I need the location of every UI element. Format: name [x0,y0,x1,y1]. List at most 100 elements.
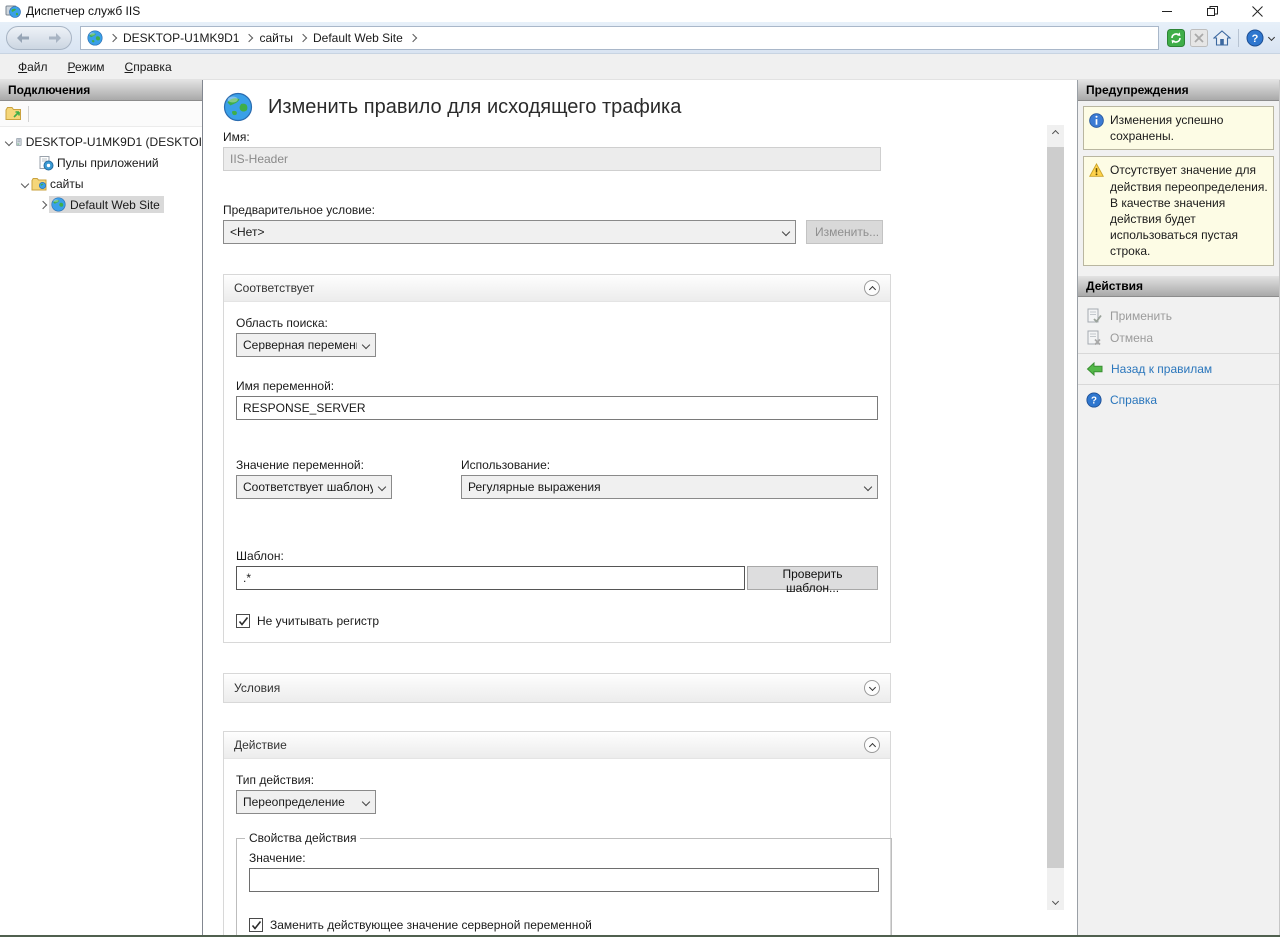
cancel-icon [1086,330,1102,346]
main-panel: Изменить правило для исходящего трафика … [203,80,1078,935]
help-circle-icon: ? [1086,392,1102,408]
using-select[interactable]: Регулярные выражения [461,475,878,499]
back-icon[interactable] [16,33,30,43]
scroll-up-button[interactable] [1047,125,1064,142]
menu-view[interactable]: Режим [58,57,115,77]
nav-back-forward[interactable] [6,26,72,50]
precondition-value: <Нет> [230,225,777,239]
menu-file[interactable]: Файл [8,57,58,77]
replace-checkbox[interactable] [249,918,263,932]
scroll-down-button[interactable] [1047,893,1064,910]
ignore-case-checkrow[interactable]: Не учитывать регистр [236,614,878,628]
tree-item-label[interactable]: Пулы приложений [57,156,159,170]
alerts-header: Предупреждения [1078,80,1279,101]
tree-item-server[interactable]: DESKTOP-U1MK9D1 (DESKTOI [0,131,202,152]
stop-icon [1190,29,1208,47]
help-icon[interactable]: ? [1246,29,1264,47]
variable-value-label: Значение переменной: [236,458,364,472]
action-section-header[interactable]: Действие [224,732,890,758]
action-value-input[interactable] [249,868,879,892]
actions-divider [1078,384,1279,385]
scrollbar-thumb[interactable] [1047,147,1064,868]
back-to-rules-label[interactable]: Назад к правилам [1111,362,1212,376]
alert-info: Изменения успешно сохранены. [1083,106,1274,150]
tree-item-sites[interactable]: сайты [0,173,202,194]
chevron-down-icon [1052,898,1059,905]
precondition-select[interactable]: <Нет> [223,220,796,244]
match-section-title: Соответствует [234,281,314,295]
chevron-down-icon [868,683,875,690]
tree-item-label[interactable]: Default Web Site [70,198,160,212]
conditions-section-header[interactable]: Условия [224,674,890,702]
tree-selection-highlight[interactable]: Default Web Site [49,196,164,213]
tree-item-label[interactable]: сайты [50,177,84,191]
apply-icon [1086,308,1102,324]
tree-expand-icon[interactable] [5,137,13,145]
variable-name-input[interactable] [236,396,878,420]
svg-text:?: ? [1091,395,1097,406]
refresh-icon[interactable] [1167,29,1185,47]
actions-header: Действия [1078,276,1279,297]
scope-select[interactable]: Серверная переменн [236,333,376,357]
back-arrow-icon [1086,362,1103,376]
tree-expand-icon[interactable] [21,179,29,187]
restore-button[interactable] [1190,0,1235,22]
help-dropdown-icon[interactable] [1268,34,1275,41]
action-properties-group: Свойства действия Значение: Заменить дей… [236,838,892,935]
action-apply: Применить [1078,305,1279,327]
breadcrumb-separator-icon [109,33,117,41]
connections-tree: DESKTOP-U1MK9D1 (DESKTOI Пулы приложений [0,127,202,215]
pattern-input[interactable] [236,566,745,590]
replace-checkrow[interactable]: Заменить действующее значение серверной … [249,918,879,932]
ignore-case-label: Не учитывать регистр [257,614,379,628]
apply-label: Применить [1110,309,1172,323]
breadcrumb-item-server[interactable]: DESKTOP-U1MK9D1 [123,31,239,45]
variable-value-select[interactable]: Соответствует шаблону [236,475,392,499]
ignore-case-checkbox[interactable] [236,614,250,628]
collapse-section-button[interactable] [864,737,880,753]
variable-value-value: Соответствует шаблону [243,480,373,494]
main-scrollbar[interactable] [1047,125,1064,910]
menu-bar: Файл Режим Справка [0,54,1280,80]
tree-item-label[interactable]: DESKTOP-U1MK9D1 (DESKTOI [26,135,202,149]
page-globe-icon [223,92,253,122]
toolbar-divider [28,106,29,122]
breadcrumb-separator-icon [299,33,307,41]
collapse-section-button[interactable] [864,280,880,296]
minimize-button[interactable] [1145,0,1190,22]
window-title: Диспетчер служб IIS [26,4,140,18]
alert-text: Отсутствует значение для действия переоп… [1110,162,1268,259]
site-globe-icon [51,197,66,212]
close-button[interactable] [1235,0,1280,22]
forward-icon[interactable] [48,33,62,43]
precondition-label: Предварительное условие: [223,203,903,217]
dropdown-chevron-icon [864,483,872,491]
tree-item-app-pools[interactable]: Пулы приложений [0,152,202,173]
save-connection-icon[interactable] [5,106,22,121]
menu-help[interactable]: Справка [115,57,182,77]
svg-text:?: ? [1252,33,1259,45]
breadcrumb[interactable]: DESKTOP-U1MK9D1 сайты Default Web Site [80,26,1159,50]
action-help[interactable]: ? Справка [1078,389,1279,411]
connections-toolbar [0,101,202,127]
expand-section-button[interactable] [864,680,880,696]
home-icon[interactable] [1213,29,1231,47]
action-value-label: Значение: [249,851,879,865]
action-type-label: Тип действия: [236,773,878,787]
connections-header: Подключения [0,80,202,101]
address-bar: DESKTOP-U1MK9D1 сайты Default Web Site [0,22,1280,54]
help-label[interactable]: Справка [1110,393,1157,407]
cancel-label: Отмена [1110,331,1153,345]
test-pattern-button[interactable]: Проверить шаблон... [747,566,878,590]
tree-item-default-web-site[interactable]: Default Web Site [0,194,202,215]
action-cancel: Отмена [1078,327,1279,349]
action-back-to-rules[interactable]: Назад к правилам [1078,358,1279,380]
action-type-select[interactable]: Переопределение [236,790,376,814]
server-icon [15,134,23,150]
breadcrumb-item-sites[interactable]: сайты [259,31,293,45]
breadcrumb-item-default-web-site[interactable]: Default Web Site [313,31,403,45]
chevron-up-icon [868,742,875,749]
match-section-header[interactable]: Соответствует [224,275,890,301]
tree-expand-icon[interactable] [39,200,47,208]
actions-divider [1078,353,1279,354]
